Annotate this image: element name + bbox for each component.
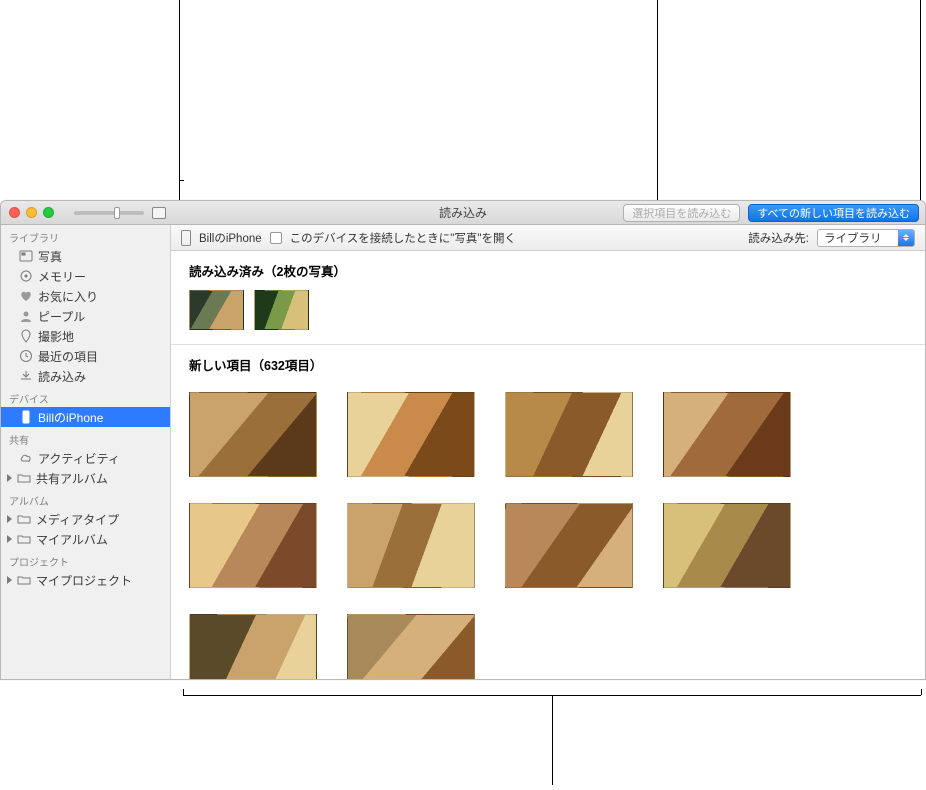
sidebar-item-label: お気に入り (38, 288, 98, 305)
photo-thumbnail[interactable] (505, 392, 633, 477)
traffic-lights (1, 207, 54, 218)
sidebar-item-shared-albums[interactable]: 共有アルバム (1, 468, 170, 488)
sidebar-item-label: メモリー (38, 268, 86, 285)
photo-thumbnail[interactable] (347, 392, 475, 477)
minimize-window-button[interactable] (26, 207, 37, 218)
cloud-icon (19, 451, 33, 465)
disclosure-triangle-icon[interactable] (7, 535, 12, 543)
sidebar-item-label: マイアルバム (36, 531, 108, 548)
sidebar-item-label: BillのiPhone (38, 409, 103, 426)
sidebar-item-label: ピープル (38, 308, 85, 325)
sidebar-item-label: マイプロジェクト (36, 572, 132, 589)
disclosure-triangle-icon[interactable] (7, 576, 12, 584)
sidebar-item-label: メディアタイプ (36, 511, 119, 528)
photos-icon (19, 249, 33, 263)
imported-section-title: 読み込み済み（2枚の写真） (171, 251, 925, 284)
thumbnail-zoom-slider[interactable] (74, 211, 144, 215)
sidebar-item-memories[interactable]: メモリー (1, 266, 170, 286)
photos-import-window: 読み込み 選択項目を読み込む すべての新しい項目を読み込む ライブラリ 写真 メ… (0, 200, 926, 680)
sidebar-item-label: 読み込み (38, 368, 86, 385)
photo-thumbnail[interactable] (189, 503, 317, 588)
sidebar-item-media-types[interactable]: メディアタイプ (1, 509, 170, 529)
folder-icon (17, 471, 31, 485)
select-value: ライブラリ (818, 230, 898, 246)
import-to-label: 読み込み先: (748, 230, 809, 246)
sidebar-section-albums: アルバム (1, 488, 170, 509)
sidebar-item-recent[interactable]: 最近の項目 (1, 346, 170, 366)
import-to-select[interactable]: ライブラリ (817, 229, 915, 247)
chevron-updown-icon (898, 230, 914, 246)
sidebar-item-label: 撮影地 (38, 328, 74, 345)
import-scroll-area[interactable]: 読み込み済み（2枚の写真） 新しい項目（632項目） (171, 251, 925, 679)
sidebar-item-activity[interactable]: アクティビティ (1, 448, 170, 468)
photo-thumbnail[interactable] (189, 614, 317, 679)
sidebar-toggle-icon[interactable] (152, 207, 166, 219)
disclosure-triangle-icon[interactable] (7, 474, 12, 482)
photo-thumbnail[interactable] (663, 392, 791, 477)
folder-icon (17, 532, 31, 546)
main-pane: BillのiPhone このデバイスを接続したときに"写真"を開く 読み込み先:… (171, 225, 925, 679)
sidebar-item-photos[interactable]: 写真 (1, 246, 170, 266)
device-name-label: BillのiPhone (199, 230, 262, 246)
import-all-new-button[interactable]: すべての新しい項目を読み込む (748, 204, 919, 222)
new-section-title: 新しい項目（632項目） (171, 345, 925, 378)
sidebar-item-import[interactable]: 読み込み (1, 366, 170, 386)
photo-thumbnail[interactable] (189, 290, 244, 330)
photo-thumbnail[interactable] (347, 503, 475, 588)
clock-icon (19, 349, 33, 363)
titlebar: 読み込み 選択項目を読み込む すべての新しい項目を読み込む (1, 201, 925, 225)
open-on-connect-checkbox[interactable] (270, 232, 282, 244)
import-icon (19, 369, 33, 383)
pin-icon (19, 329, 33, 343)
sidebar-item-people[interactable]: ピープル (1, 306, 170, 326)
sidebar-item-label: 最近の項目 (38, 348, 98, 365)
open-on-connect-label: このデバイスを接続したときに"写真"を開く (290, 230, 516, 246)
imported-thumbnails (171, 284, 925, 344)
folder-icon (17, 573, 31, 587)
import-controlbar: BillのiPhone このデバイスを接続したときに"写真"を開く 読み込み先:… (171, 225, 925, 251)
iphone-icon (19, 410, 33, 424)
photo-thumbnail[interactable] (347, 614, 475, 679)
disclosure-triangle-icon[interactable] (7, 515, 12, 523)
photo-thumbnail[interactable] (189, 392, 317, 477)
photo-thumbnail[interactable] (663, 503, 791, 588)
new-thumbnails (171, 378, 925, 679)
photo-thumbnail[interactable] (505, 503, 633, 588)
heart-icon (19, 289, 33, 303)
folder-icon (17, 512, 31, 526)
sidebar-section-shared: 共有 (1, 427, 170, 448)
person-icon (19, 309, 33, 323)
sidebar-item-label: 共有アルバム (36, 470, 108, 487)
sidebar-section-library: ライブラリ (1, 225, 170, 246)
sidebar-item-favorites[interactable]: お気に入り (1, 286, 170, 306)
sidebar-section-devices: デバイス (1, 386, 170, 407)
sidebar-section-projects: プロジェクト (1, 549, 170, 570)
window-title: 読み込み (439, 204, 487, 221)
photo-thumbnail[interactable] (254, 290, 309, 330)
sidebar-item-label: アクティビティ (38, 450, 120, 467)
zoom-window-button[interactable] (43, 207, 54, 218)
sidebar-item-my-projects[interactable]: マイプロジェクト (1, 570, 170, 590)
memories-icon (19, 269, 33, 283)
sidebar-item-label: 写真 (38, 248, 62, 265)
device-icon (181, 230, 191, 246)
close-window-button[interactable] (9, 207, 20, 218)
sidebar-item-places[interactable]: 撮影地 (1, 326, 170, 346)
sidebar-item-my-albums[interactable]: マイアルバム (1, 529, 170, 549)
sidebar-item-device-iphone[interactable]: BillのiPhone (1, 407, 170, 427)
slider-thumb[interactable] (114, 207, 120, 219)
import-selected-button[interactable]: 選択項目を読み込む (623, 204, 740, 222)
sidebar: ライブラリ 写真 メモリー お気に入り ピープル 撮影地 (1, 225, 171, 679)
